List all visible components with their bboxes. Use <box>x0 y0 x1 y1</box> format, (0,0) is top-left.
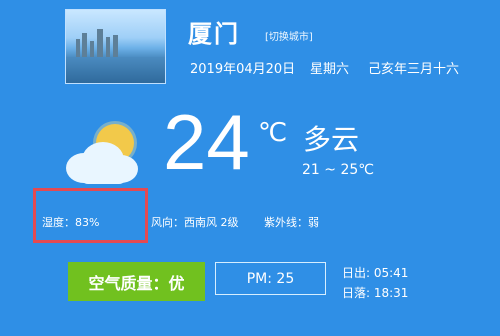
temperature-range: 21 ~ 25℃ <box>302 162 374 178</box>
sunset-time: 日落: 18:31 <box>342 286 409 300</box>
uv-value: 紫外线：弱 <box>264 216 319 229</box>
weekday: 星期六 <box>310 62 350 77</box>
city-thumbnail <box>65 9 166 84</box>
temperature-unit: ℃ <box>258 118 288 148</box>
current-temperature: 24 <box>163 98 250 186</box>
wind-value: 风向：西南风 2级 <box>151 216 239 229</box>
switch-city-link[interactable]: [切换城市] <box>265 28 313 43</box>
pm-value: PM: 25 <box>215 262 326 295</box>
current-date: 2019年04月20日 <box>190 62 296 77</box>
air-quality-badge: 空气质量：优 <box>68 262 205 301</box>
sunrise-time: 日出: 05:41 <box>342 266 409 280</box>
lunar-date: 己亥年三月十六 <box>368 62 460 77</box>
humidity-value: 湿度：83% <box>42 216 100 229</box>
cloud-icon <box>66 142 138 184</box>
city-name: 厦门 <box>188 20 240 48</box>
weather-condition: 多云 <box>303 123 360 156</box>
